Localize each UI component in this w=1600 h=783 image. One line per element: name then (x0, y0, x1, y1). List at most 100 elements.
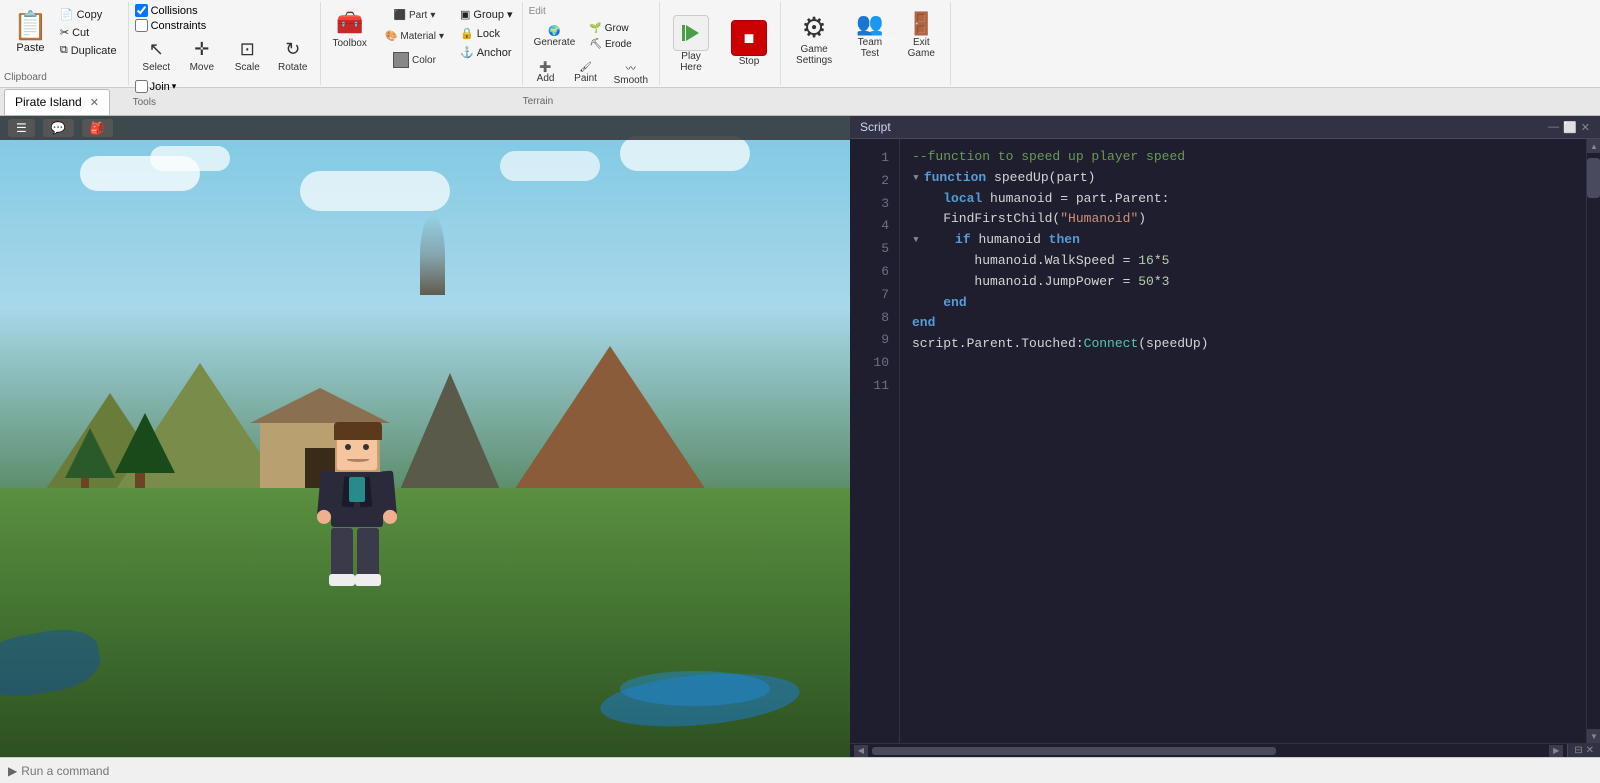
line-number-2: 2 (850, 170, 899, 193)
part-dropdown[interactable]: ▾ (430, 10, 435, 21)
game-settings-button[interactable]: ⚙ Game Settings (785, 6, 843, 71)
generate-button[interactable]: 🌍 Generate (527, 21, 583, 52)
smooth-button[interactable]: 〰 Smooth (607, 56, 655, 90)
play-here-button[interactable]: Play Here (664, 10, 718, 78)
script-maximize-button[interactable]: ⬜ (1563, 121, 1577, 134)
insert-section: 🧰 Toolbox ⬛ Part ▾ 🎨 Material ▾ Color (321, 2, 522, 85)
generate-icon: 🌍 (548, 26, 560, 37)
part-button[interactable]: ⬛ Part ▾ (378, 6, 451, 25)
script-scrollbar: ▲ ▼ (1586, 139, 1600, 743)
command-input[interactable] (21, 764, 221, 778)
viewport-toolbar: ☰ 💬 🎒 (0, 116, 850, 140)
select-icon: ↖ (149, 39, 164, 60)
hscroll-thumb[interactable] (872, 747, 1276, 755)
script-snap-button[interactable]: ⊟ (1574, 745, 1582, 756)
anchor-button[interactable]: ⚓ Anchor (455, 44, 518, 61)
exit-game-button[interactable]: 🚪 Exit Game (897, 6, 946, 64)
lock-button[interactable]: 🔒 Lock (455, 25, 518, 42)
material-icon: 🎨 (385, 31, 397, 42)
team-test-button[interactable]: 👥 Team Test (845, 6, 894, 64)
hscroll-right-button[interactable]: ▶ (1549, 745, 1563, 757)
script-minimize-button[interactable]: — (1548, 121, 1559, 133)
script-dock-button[interactable]: ✕ (1586, 745, 1594, 756)
material-button[interactable]: 🎨 Material ▾ (378, 27, 451, 46)
erode-button[interactable]: ⛏ Erode (584, 37, 636, 52)
line-numbers: 1234567891011 (850, 139, 900, 743)
play-section: Play Here ■ Stop (660, 2, 781, 85)
constraints-check[interactable]: Constraints (135, 19, 207, 32)
clipboard-label: Clipboard (4, 70, 124, 83)
paint-button[interactable]: 🖌 Paint (567, 56, 605, 90)
tab-label: Pirate Island (15, 95, 82, 109)
group-button[interactable]: ▣ Group ▾ (455, 6, 518, 23)
viewport-menu-button[interactable]: ☰ (8, 119, 35, 137)
stop-button[interactable]: ■ Stop (722, 15, 776, 72)
part-icon: ⬛ (394, 10, 406, 21)
line-number-5: 5 (850, 238, 899, 261)
tab-close-button[interactable]: ✕ (90, 96, 99, 109)
move-icon: ✛ (194, 39, 209, 60)
play-here-icon (673, 15, 709, 51)
paste-icon: 📋 (13, 9, 48, 42)
scroll-down-button[interactable]: ▼ (1587, 729, 1600, 743)
bottombar: ▶ (0, 757, 1600, 783)
building-roof (250, 388, 390, 423)
script-close-button[interactable]: ✕ (1581, 121, 1590, 134)
tab-pirate-island[interactable]: Pirate Island ✕ (4, 89, 110, 115)
toolbar: 📋 Paste 📄 Copy ✂ Cut ⧉ Duplicate Clipbo (0, 0, 1600, 88)
lock-icon: 🔒 (460, 27, 474, 40)
code-line-6: humanoid.WalkSpeed = 16*5 (912, 251, 1574, 272)
hscroll-left-button[interactable]: ◀ (854, 745, 868, 757)
select-button[interactable]: ↖ Select (135, 35, 178, 77)
color-button[interactable]: Color (378, 48, 451, 72)
rotate-button[interactable]: ↻ Rotate (271, 35, 314, 77)
script-header-controls: — ⬜ ✕ (1548, 121, 1590, 134)
material-dropdown[interactable]: ▾ (439, 31, 444, 42)
line-number-7: 7 (850, 284, 899, 307)
scale-button[interactable]: ⊡ Scale (226, 35, 269, 77)
code-area[interactable]: --function to speed up player speed▾func… (900, 139, 1586, 363)
viewport-bag-button[interactable]: 🎒 (82, 119, 113, 137)
code-line-2: ▾function speedUp(part) (912, 168, 1574, 189)
copy-button[interactable]: 📄 Copy (55, 6, 122, 23)
script-header: Script — ⬜ ✕ (850, 116, 1600, 139)
grow-button[interactable]: 🌱 Grow (584, 21, 636, 36)
edit-sublabel: Edit (527, 6, 546, 17)
join-dropdown-icon[interactable]: ▾ (172, 81, 177, 92)
character (331, 429, 383, 578)
toolbox-icon: 🧰 (336, 10, 363, 36)
scroll-thumb[interactable] (1587, 158, 1600, 198)
cut-button[interactable]: ✂ Cut (55, 24, 122, 41)
scroll-track[interactable] (1587, 153, 1600, 729)
hscroll-track[interactable] (872, 747, 1545, 755)
move-button[interactable]: ✛ Move (180, 35, 223, 77)
settings-section: ⚙ Game Settings 👥 Team Test 🚪 Exit Game (781, 2, 951, 85)
water-right2 (620, 671, 770, 706)
cloud-4 (500, 151, 600, 181)
code-line-7: humanoid.JumpPower = 50*3 (912, 272, 1574, 293)
main-content: ☰ 💬 🎒 (0, 116, 1600, 757)
collapse-arrow-5[interactable]: ▾ (912, 232, 920, 247)
line-number-11: 11 (850, 375, 899, 398)
anchor-icon: ⚓ (460, 46, 474, 59)
collapse-arrow-2[interactable]: ▾ (912, 170, 920, 185)
line-number-8: 8 (850, 307, 899, 330)
add-terrain-button[interactable]: ➕ Add (527, 56, 565, 90)
code-container: --function to speed up player speed▾func… (900, 139, 1586, 743)
toolbox-button[interactable]: 🧰 Toolbox (325, 6, 373, 53)
tools-grid: ↖ Select ✛ Move ⊡ Scale ↻ Rotate (135, 35, 315, 77)
smooth-icon: 〰 (626, 60, 636, 75)
join-check[interactable]: Join ▾ (135, 80, 177, 93)
duplicate-button[interactable]: ⧉ Duplicate (55, 42, 122, 59)
viewport-chat-button[interactable]: 💬 (43, 119, 74, 137)
code-line-11: script.Parent.Touched:Connect(speedUp) (912, 334, 1574, 355)
copy-icon: 📄 (60, 8, 74, 21)
collisions-check[interactable]: Collisions (135, 4, 207, 17)
cut-icon: ✂ (60, 26, 69, 39)
paste-button[interactable]: 📋 Paste (6, 6, 55, 57)
scroll-up-button[interactable]: ▲ (1587, 139, 1600, 153)
viewport[interactable]: ☰ 💬 🎒 (0, 116, 850, 757)
script-corner-controls: ⊟ ✕ (1567, 744, 1600, 757)
line-number-3: 3 (850, 193, 899, 216)
volcano-smoke (420, 215, 445, 295)
